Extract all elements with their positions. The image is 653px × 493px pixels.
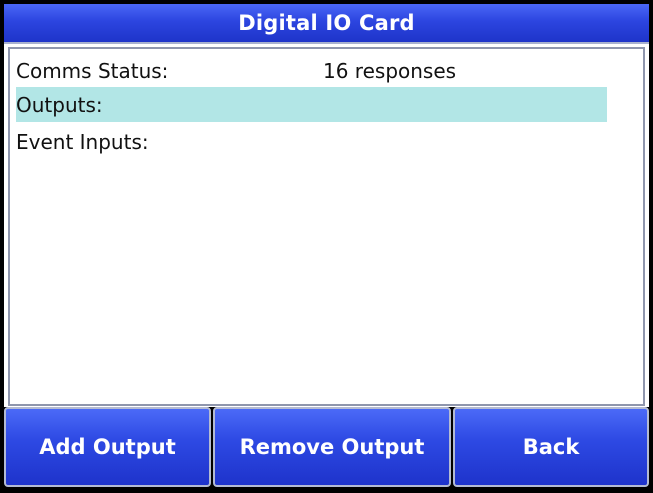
row-outputs[interactable]: Outputs: <box>16 87 607 122</box>
comms-status-value: 16 responses <box>323 58 457 83</box>
button-bar: Add Output Remove Output Back <box>4 407 649 489</box>
comms-status-label: Comms Status: <box>16 58 169 83</box>
window-title: Digital IO Card <box>238 11 415 35</box>
row-comms-status[interactable]: Comms Status: 16 responses <box>16 53 606 88</box>
add-output-button[interactable]: Add Output <box>4 407 211 487</box>
status-list-panel: Comms Status: 16 responses Outputs: Even… <box>8 47 645 406</box>
remove-output-button[interactable]: Remove Output <box>213 407 451 487</box>
event-inputs-label: Event Inputs: <box>16 129 149 154</box>
title-bar: Digital IO Card <box>4 4 649 44</box>
row-event-inputs[interactable]: Event Inputs: <box>16 124 606 159</box>
outputs-label: Outputs: <box>16 92 103 117</box>
back-button[interactable]: Back <box>453 407 649 487</box>
